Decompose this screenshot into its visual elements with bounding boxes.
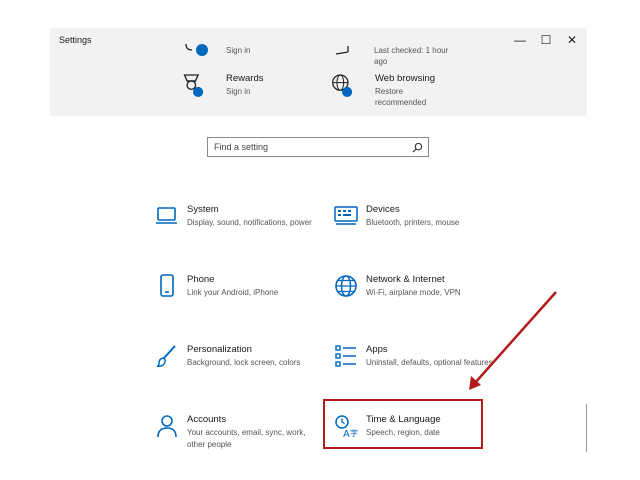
- brush-icon: [156, 345, 176, 367]
- promo-partial-left[interactable]: Sign in: [182, 44, 302, 58]
- tile-apps[interactable]: Apps Uninstall, defaults, optional featu…: [334, 344, 494, 404]
- search-box[interactable]: Find a setting: [207, 137, 429, 157]
- promo-subtitle-line-1: Restore: [375, 87, 404, 96]
- promo-subtitle-line-1: Last checked: 1 hour: [374, 46, 449, 55]
- tile-title: Apps: [366, 344, 388, 355]
- tile-title: System: [187, 204, 219, 215]
- keyboard-devices-icon: [334, 206, 358, 225]
- tile-description: Link your Android, iPhone: [187, 288, 279, 297]
- tile-description: Display, sound, notifications, power: [187, 218, 312, 227]
- promo-rewards[interactable]: Rewards Sign in: [182, 73, 312, 105]
- update-icon: [335, 46, 349, 55]
- tile-description: Bluetooth, printers, mouse: [366, 218, 460, 227]
- promo-subtitle: Sign in: [226, 46, 251, 55]
- promo-subtitle-line-2: ago: [374, 57, 388, 66]
- globe-badge-icon: [332, 74, 353, 97]
- app-title: Settings: [59, 35, 92, 45]
- annotation-highlight-box: [323, 399, 483, 449]
- apps-list-icon: [335, 345, 356, 367]
- tile-system[interactable]: System Display, sound, notifications, po…: [155, 204, 315, 264]
- scrollbar[interactable]: [586, 404, 587, 452]
- promo-subtitle: Sign in: [226, 87, 251, 96]
- tile-devices[interactable]: Devices Bluetooth, printers, mouse: [334, 204, 494, 264]
- tile-title: Personalization: [187, 344, 252, 355]
- tile-description: Background, lock screen, colors: [187, 358, 301, 367]
- tile-title: Network & Internet: [366, 274, 445, 285]
- promo-partial-right[interactable]: Last checked: 1 hour ago: [330, 44, 460, 70]
- person-icon: [157, 415, 177, 438]
- promo-web-browsing[interactable]: Web browsing Restore recommended: [331, 73, 471, 109]
- person-badge-icon: [185, 44, 208, 56]
- promo-title: Rewards: [226, 73, 264, 84]
- promo-title: Web browsing: [375, 73, 436, 84]
- globe-icon: [335, 275, 357, 297]
- maximize-button[interactable]: ☐: [537, 32, 555, 48]
- promo-subtitle-line-2: recommended: [375, 98, 427, 107]
- tile-accounts[interactable]: Accounts Your accounts, email, sync, wor…: [155, 414, 315, 474]
- tile-description: Uninstall, defaults, optional features: [366, 358, 493, 367]
- minimize-button[interactable]: —: [511, 32, 529, 48]
- settings-window: Settings — ☐ ✕ Sign in Last checked: 1 h…: [50, 28, 587, 480]
- phone-icon: [160, 274, 174, 297]
- title-bar: Settings — ☐ ✕: [50, 28, 587, 52]
- laptop-icon: [156, 207, 177, 224]
- tile-description: Your accounts, email, sync, work, other …: [187, 428, 306, 449]
- tile-network-internet[interactable]: Network & Internet Wi-Fi, airplane mode,…: [334, 274, 494, 334]
- search-icon: [412, 142, 423, 153]
- close-button[interactable]: ✕: [563, 32, 581, 48]
- tile-title: Accounts: [187, 414, 227, 425]
- tile-title: Devices: [366, 204, 400, 215]
- tile-description: Wi-Fi, airplane mode, VPN: [366, 288, 461, 297]
- tile-personalization[interactable]: Personalization Background, lock screen,…: [155, 344, 315, 404]
- rewards-icon: [183, 74, 204, 97]
- tile-title: Phone: [187, 274, 215, 285]
- tile-phone[interactable]: Phone Link your Android, iPhone: [155, 274, 315, 334]
- search-placeholder: Find a setting: [214, 142, 269, 152]
